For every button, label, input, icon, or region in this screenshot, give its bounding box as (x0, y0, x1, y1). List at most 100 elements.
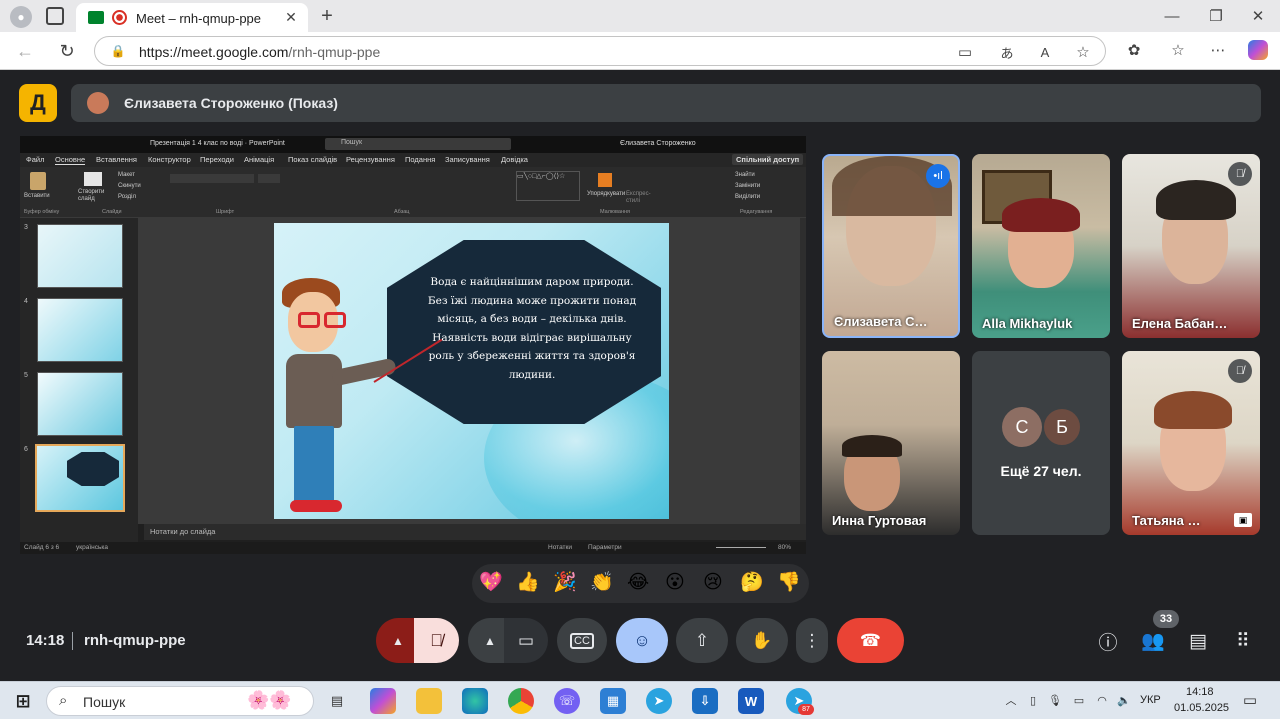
slide-thumbnail[interactable] (37, 298, 123, 362)
status-notes[interactable]: Нотатки (548, 544, 572, 551)
reaction-surprised[interactable]: 😮 (665, 572, 685, 594)
menu-design[interactable]: Конструктор (148, 155, 191, 164)
copilot-icon[interactable] (1248, 40, 1268, 60)
reaction-thumbs-up[interactable]: 👍 (516, 572, 540, 594)
ribbon-arrange[interactable]: Упорядкувати (587, 191, 625, 197)
word-icon[interactable]: W (738, 688, 764, 714)
file-explorer-icon[interactable] (416, 688, 442, 714)
menu-file[interactable]: Файл (26, 155, 44, 164)
more-participants-tile[interactable]: С Б Ещё 27 чел. (972, 351, 1110, 535)
close-tab-icon[interactable]: ✕ (282, 8, 300, 26)
menu-insert[interactable]: Вставлення (96, 155, 137, 164)
translate-icon[interactable]: あ (997, 42, 1017, 62)
tray-chevron-icon[interactable]: ︿ (1004, 692, 1018, 708)
reaction-sad[interactable]: 😢 (703, 572, 723, 594)
ribbon-select[interactable]: Виділити (735, 194, 760, 200)
minimize-icon[interactable]: — (1160, 5, 1184, 27)
read-aloud-icon[interactable]: A (1035, 42, 1055, 62)
status-display[interactable]: Параметри (588, 544, 622, 551)
viber-icon[interactable]: ☏ (554, 688, 580, 714)
participant-tile[interactable]: Alla Mikhayluk (972, 154, 1110, 338)
copilot-taskbar-icon[interactable] (370, 688, 396, 714)
download-icon[interactable]: ⇩ (692, 688, 718, 714)
reload-icon[interactable]: ↻ (56, 40, 78, 62)
more-options-button[interactable]: ⋮ (796, 618, 828, 663)
task-view-icon[interactable]: ▤ (324, 688, 350, 714)
activities-icon[interactable]: ⠿ (1228, 626, 1258, 656)
reaction-thinking[interactable]: 🤔 (740, 572, 764, 594)
reaction-thumbs-down[interactable]: 👎 (777, 572, 801, 594)
close-window-icon[interactable]: ✕ (1246, 5, 1270, 27)
ribbon-layout[interactable]: Макет (118, 172, 135, 178)
windows-start-icon[interactable]: ⊞ (10, 688, 36, 714)
menu-help[interactable]: Довідка (501, 155, 528, 164)
raise-hand-button[interactable]: ✋ (736, 618, 788, 663)
ribbon-replace[interactable]: Замінити (735, 183, 760, 189)
volume-icon[interactable]: 🔈 (1116, 692, 1132, 708)
reaction-clap[interactable]: 👏 (590, 572, 614, 594)
people-icon[interactable]: 👥 (1138, 626, 1168, 656)
taskbar-search-box[interactable]: ⌕ Пошук 🌸🌸 (46, 686, 314, 716)
favorites-icon[interactable]: ☆ (1168, 40, 1188, 60)
paste-icon[interactable] (30, 172, 46, 190)
tray-mic-icon[interactable]: 🎙 (1048, 692, 1062, 708)
vertical-scrollbar[interactable] (800, 218, 806, 524)
menu-animation[interactable]: Анімація (244, 155, 274, 164)
keyboard-lang[interactable]: УКР (1140, 694, 1161, 706)
menu-review[interactable]: Рецензування (346, 155, 395, 164)
tab-meet[interactable]: Meet – rnh-qmup-ppe ✕ (76, 3, 308, 32)
ribbon-paste[interactable]: Вставити (24, 193, 50, 199)
current-slide[interactable]: Вода є найціннішим даром природи. Без їж… (274, 223, 669, 519)
ppt-share-button[interactable]: Спільний доступ (732, 154, 804, 165)
tile-options-icon[interactable]: ▣ (1234, 513, 1252, 527)
meeting-info-icon[interactable]: ⓘ (1093, 626, 1123, 656)
mic-toggle-button[interactable]: 🎙̸ (414, 618, 459, 663)
hang-up-button[interactable]: ☎ (837, 618, 904, 663)
favorite-star-icon[interactable]: ☆ (1073, 42, 1093, 62)
store-icon[interactable]: ▦ (600, 688, 626, 714)
captions-button[interactable]: CC (557, 618, 607, 663)
ribbon-find[interactable]: Знайти (735, 172, 755, 178)
new-slide-icon[interactable] (84, 172, 102, 186)
taskbar-date[interactable]: 01.05.2025 (1174, 702, 1229, 714)
camera-permission-icon[interactable]: ▭ (955, 42, 975, 62)
battery-icon[interactable]: ▭ (1070, 692, 1088, 708)
reaction-party[interactable]: 🎉 (553, 572, 577, 594)
participant-tile[interactable]: 🎙̸ Елена Бабан… (1122, 154, 1260, 338)
telegram-icon[interactable]: ➤ (646, 688, 672, 714)
more-menu-icon[interactable]: ⋯ (1208, 40, 1228, 60)
reaction-heart[interactable]: 💖 (479, 572, 503, 594)
camera-toggle-button[interactable]: ▭ (504, 618, 548, 663)
taskbar-time[interactable]: 14:18 (1186, 686, 1214, 698)
ppt-notes-pane[interactable]: Нотатки до слайда (144, 524, 806, 540)
participant-tile[interactable]: 🎙̸ ▣ Татьяна … (1122, 351, 1260, 535)
ribbon-reset[interactable]: Скинути (118, 183, 141, 189)
ribbon-new-slide[interactable]: Створити слайд (78, 189, 110, 203)
chat-icon[interactable]: ▤ (1183, 626, 1213, 656)
url-field[interactable]: 🔒 https://meet.google.com/rnh-qmup-ppe ▭… (94, 36, 1106, 66)
font-box[interactable] (170, 174, 254, 183)
ppt-search-box[interactable]: Пошук (325, 138, 511, 150)
arrange-icon[interactable] (598, 173, 612, 187)
menu-slideshow[interactable]: Показ слайдів (288, 155, 337, 164)
ribbon-quick-styles[interactable]: Експрес-стилі (626, 191, 656, 205)
font-size-box[interactable] (258, 174, 280, 183)
menu-home[interactable]: Основне (55, 155, 86, 165)
slide-thumbnail[interactable] (37, 372, 123, 436)
extensions-icon[interactable]: ✿ (1124, 40, 1144, 60)
menu-record[interactable]: Записування (445, 155, 490, 164)
tray-app-icon[interactable]: ▯ (1026, 692, 1040, 708)
profile-icon[interactable]: ● (10, 6, 32, 28)
menu-transitions[interactable]: Переходи (200, 155, 234, 164)
site-info-icon[interactable]: 🔒 (109, 42, 127, 60)
tab-actions-icon[interactable] (46, 7, 64, 25)
back-icon[interactable]: ← (14, 40, 36, 62)
reaction-laugh[interactable]: 😂 (627, 572, 649, 594)
ribbon-section[interactable]: Розділ (118, 194, 136, 200)
slide-thumbnail-selected[interactable] (35, 444, 125, 512)
shapes-gallery[interactable]: ▭╲○□△⌐◯⟨⟩☆ (516, 171, 580, 201)
maximize-icon[interactable]: ❐ (1204, 5, 1228, 27)
chrome-icon[interactable] (508, 688, 534, 714)
participant-tile[interactable]: •ıl Єлизавета С… (822, 154, 960, 338)
wifi-icon[interactable]: ◠ (1094, 692, 1110, 708)
